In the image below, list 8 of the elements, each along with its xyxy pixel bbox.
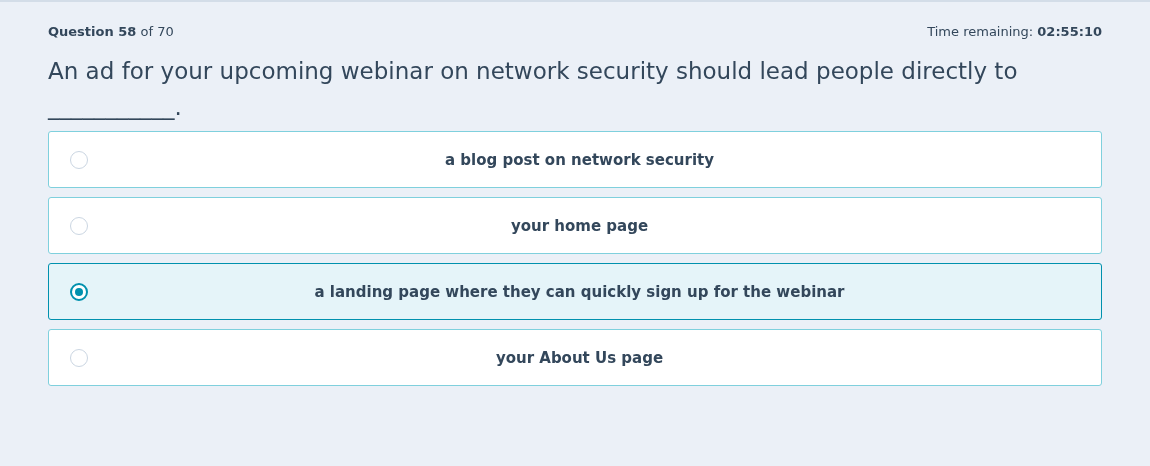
time-remaining: Time remaining: 02:55:10 xyxy=(927,24,1102,39)
question-counter: Question 58 of 70 xyxy=(48,24,174,39)
answer-option[interactable]: your home page xyxy=(48,197,1102,254)
answer-option[interactable]: a blog post on network security xyxy=(48,131,1102,188)
radio-button[interactable] xyxy=(70,282,88,301)
answer-option[interactable]: a landing page where they can quickly sign up for the webinar xyxy=(48,263,1102,320)
answer-option[interactable]: your About Us page xyxy=(48,329,1102,386)
question-text: An ad for your upcoming webinar on network security should lead people directly to ___________. xyxy=(48,57,1019,122)
